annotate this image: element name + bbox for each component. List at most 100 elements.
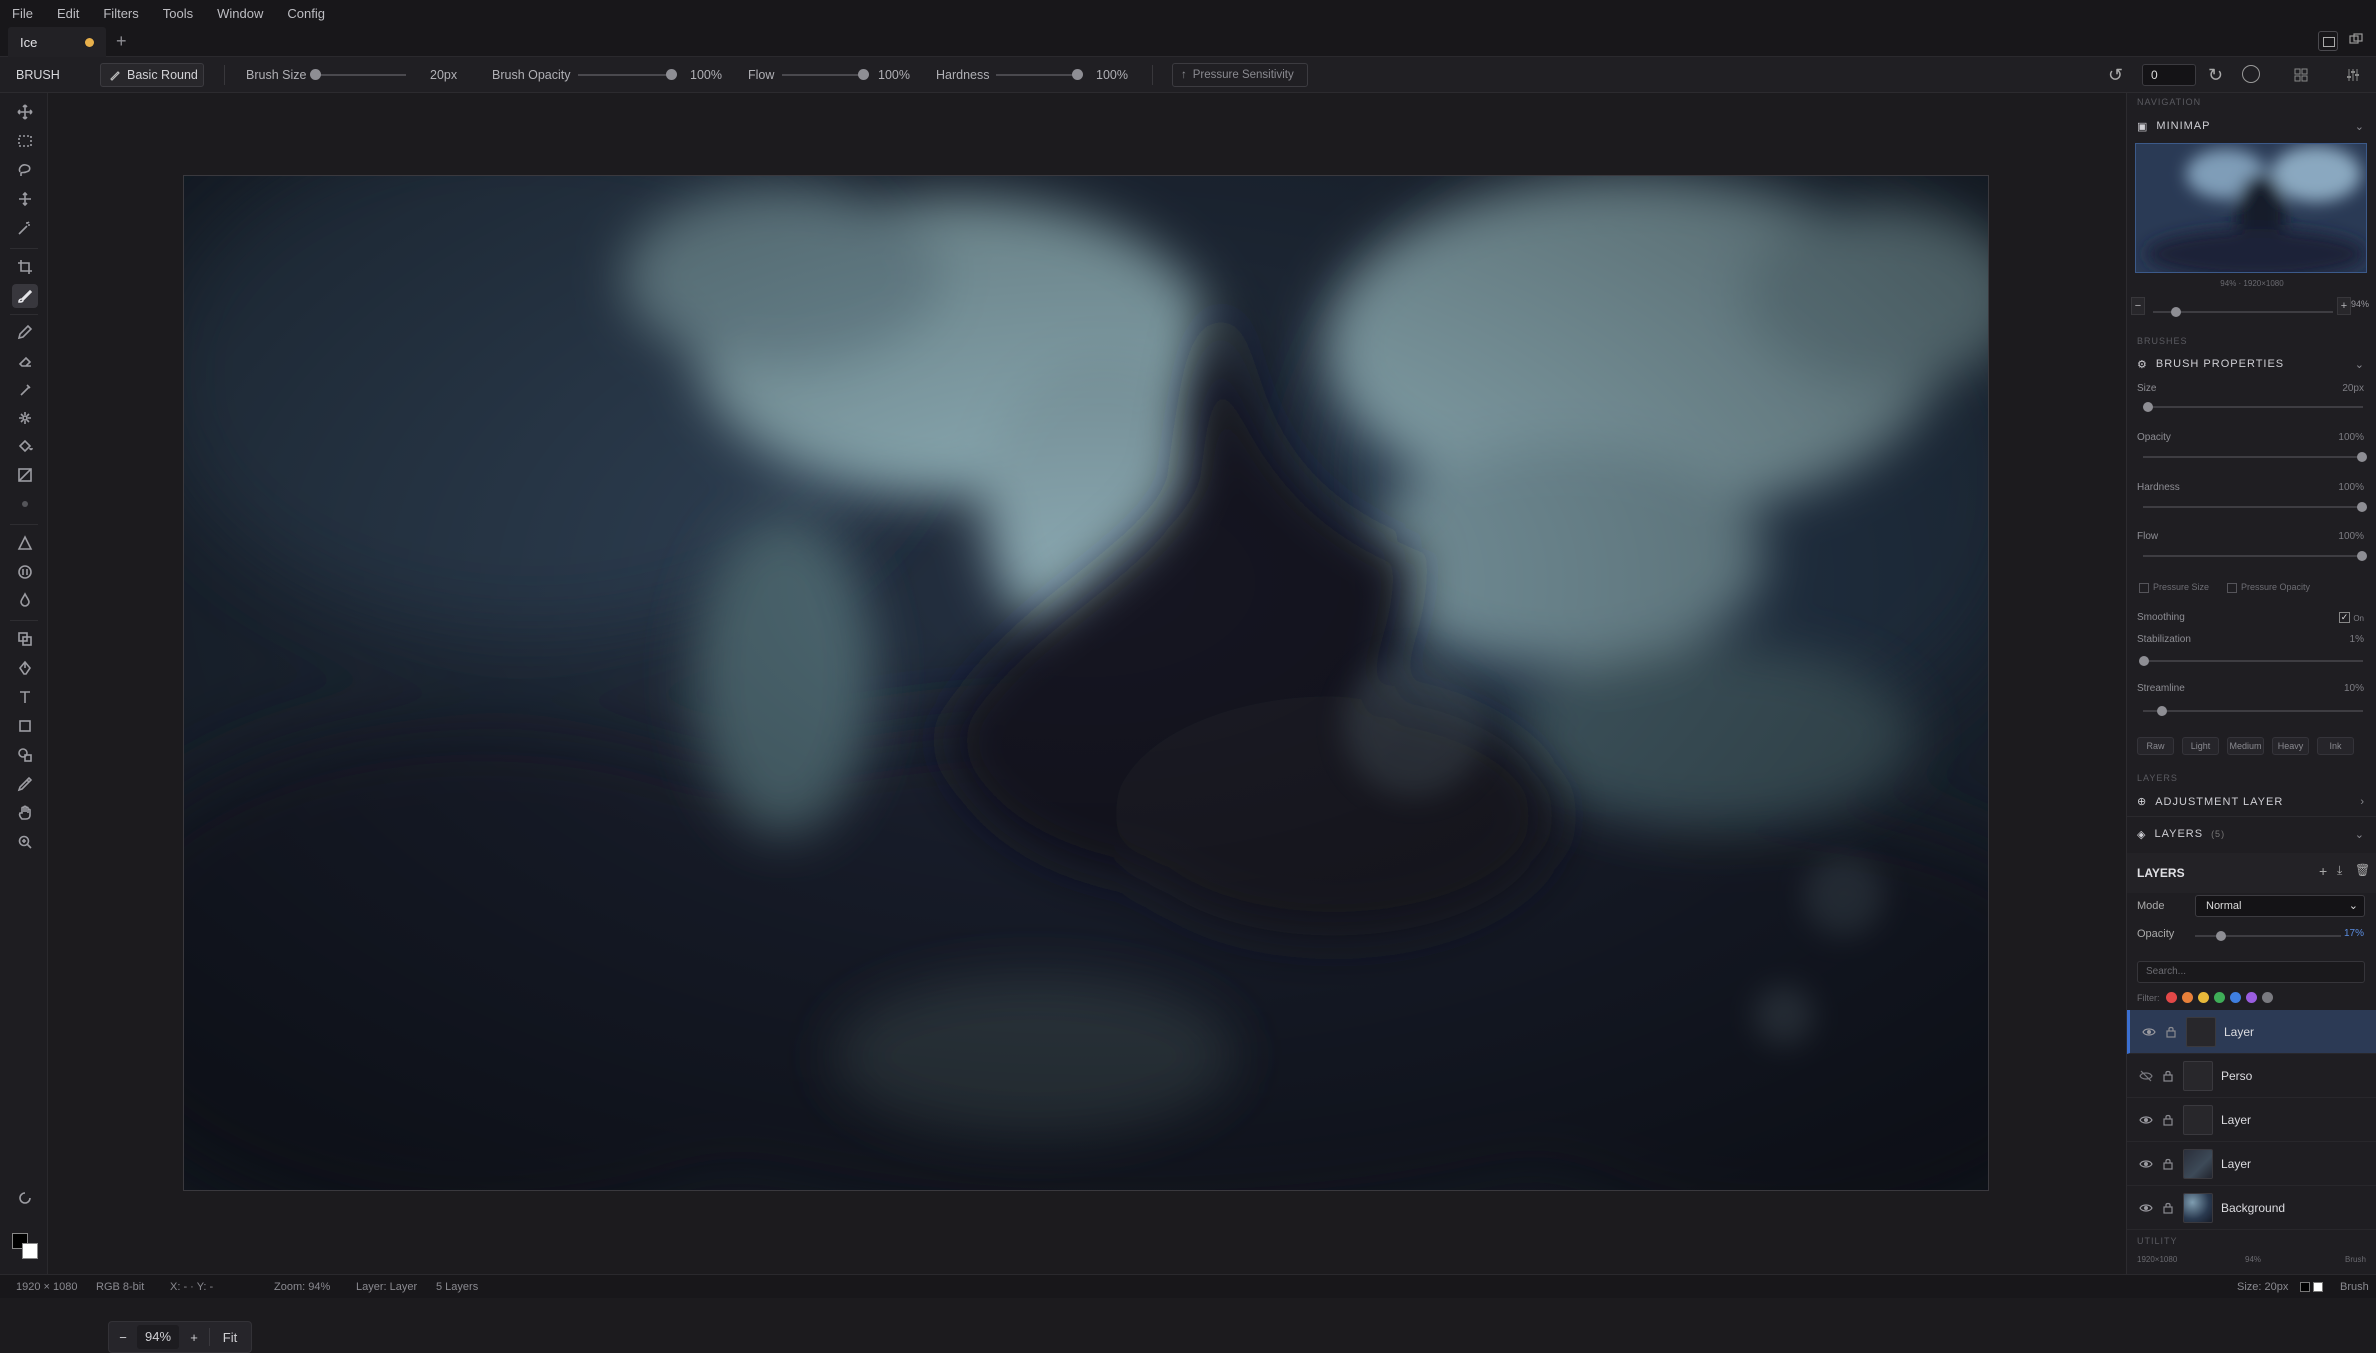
- lock-icon[interactable]: [2161, 1069, 2175, 1083]
- eye-off-icon[interactable]: [2139, 1069, 2153, 1083]
- paint-bucket-icon[interactable]: [12, 434, 38, 458]
- download-icon[interactable]: ⤓: [2337, 863, 2342, 878]
- minimap-preview[interactable]: [2135, 143, 2367, 273]
- add-layer-icon[interactable]: +: [2319, 863, 2327, 879]
- single-window-icon[interactable]: [2318, 31, 2338, 51]
- minimap-header[interactable]: ▣ MINIMAP ⌄: [2127, 111, 2376, 141]
- multi-window-icon[interactable]: [2346, 31, 2366, 51]
- pencil-icon[interactable]: [12, 320, 38, 344]
- drop-icon[interactable]: [12, 588, 38, 612]
- lock-icon[interactable]: [2161, 1113, 2175, 1127]
- layer-opacity-slider[interactable]: [2195, 931, 2341, 941]
- hardness-slider[interactable]: [2143, 502, 2367, 512]
- preset-ink-button[interactable]: Ink: [2317, 737, 2354, 755]
- gradient-icon[interactable]: [12, 463, 38, 487]
- hardness-slider[interactable]: [996, 69, 1083, 80]
- flow-slider[interactable]: [782, 69, 869, 80]
- zoom-value[interactable]: 94%: [137, 1325, 179, 1349]
- blur-dot-icon[interactable]: [12, 492, 38, 516]
- minimap-zoom-in-button[interactable]: +: [2337, 297, 2351, 315]
- clone-stamp-icon[interactable]: [12, 627, 38, 651]
- hand-tool-icon[interactable]: [12, 801, 38, 825]
- filter-red-dot[interactable]: [2165, 992, 2177, 1003]
- filter-gray-dot[interactable]: [2261, 992, 2273, 1003]
- brush-preset-button[interactable]: Basic Round: [100, 63, 204, 87]
- layer-search-input[interactable]: Search...: [2137, 961, 2365, 983]
- history-step-input[interactable]: 0: [2142, 64, 2196, 86]
- menu-file[interactable]: File: [12, 6, 33, 21]
- pressure-size-checkbox[interactable]: [2139, 583, 2149, 593]
- brush-opacity-slider[interactable]: [578, 69, 677, 80]
- lock-icon[interactable]: [2161, 1157, 2175, 1171]
- menu-tools[interactable]: Tools: [163, 6, 193, 21]
- filter-purple-dot[interactable]: [2245, 992, 2257, 1003]
- preset-light-button[interactable]: Light: [2182, 737, 2219, 755]
- brush-properties-header[interactable]: ⚙ BRUSH PROPERTIES ⌄: [2127, 349, 2376, 379]
- pressure-sensitivity-button[interactable]: ↑ Pressure Sensitivity: [1172, 63, 1308, 87]
- preset-medium-button[interactable]: Medium: [2227, 737, 2264, 755]
- menu-edit[interactable]: Edit: [57, 6, 79, 21]
- zoom-out-button[interactable]: −: [109, 1330, 137, 1345]
- image-canvas[interactable]: [183, 175, 1989, 1191]
- layer-row[interactable]: Layer: [2127, 1142, 2376, 1186]
- rotate-view-icon[interactable]: [12, 1186, 38, 1210]
- layer-row[interactable]: Layer: [2127, 1098, 2376, 1142]
- minimap-zoom-slider[interactable]: [2153, 307, 2333, 317]
- text-tool-icon[interactable]: [12, 685, 38, 709]
- minimap-zoom-out-button[interactable]: −: [2131, 297, 2145, 315]
- filter-blue-dot[interactable]: [2229, 992, 2241, 1003]
- lock-icon[interactable]: [2164, 1025, 2178, 1039]
- trash-icon[interactable]: 🗑: [2355, 863, 2370, 877]
- redo-icon[interactable]: ↻: [2208, 65, 2223, 86]
- preset-heavy-button[interactable]: Heavy: [2272, 737, 2309, 755]
- eye-icon[interactable]: [2139, 1201, 2153, 1215]
- filter-green-dot[interactable]: [2213, 992, 2225, 1003]
- sharpen-triangle-icon[interactable]: [12, 531, 38, 555]
- filter-orange-dot[interactable]: [2181, 992, 2193, 1003]
- streamline-slider[interactable]: [2143, 706, 2363, 716]
- marquee-select-icon[interactable]: [12, 129, 38, 153]
- layers-group-header[interactable]: ◈ LAYERS (5) ⌄: [2127, 819, 2376, 849]
- eye-icon[interactable]: [2139, 1157, 2153, 1171]
- crop-icon[interactable]: [12, 255, 38, 279]
- new-tab-button[interactable]: +: [116, 31, 127, 52]
- smudge-icon[interactable]: [12, 378, 38, 402]
- magic-wand-icon[interactable]: [12, 216, 38, 240]
- opacity-slider[interactable]: [2143, 452, 2367, 462]
- brush-tool-icon[interactable]: [12, 284, 38, 308]
- grid-icon[interactable]: [2294, 68, 2308, 85]
- history-icon[interactable]: [2242, 65, 2260, 83]
- stabilization-slider[interactable]: [2139, 656, 2363, 666]
- zoom-fit-button[interactable]: Fit: [210, 1330, 250, 1345]
- zoom-in-button[interactable]: +: [179, 1330, 209, 1345]
- transform-icon[interactable]: [12, 187, 38, 211]
- adjustment-layer-header[interactable]: ⊕ ADJUSTMENT LAYER ›: [2127, 787, 2376, 817]
- zoom-tool-icon[interactable]: [12, 830, 38, 854]
- eye-icon[interactable]: [2142, 1025, 2156, 1039]
- dodge-icon[interactable]: [12, 560, 38, 584]
- size-slider[interactable]: [2143, 402, 2363, 412]
- undo-icon[interactable]: ↺: [2108, 65, 2123, 86]
- menu-filters[interactable]: Filters: [103, 6, 138, 21]
- menu-config[interactable]: Config: [287, 6, 325, 21]
- filter-yellow-dot[interactable]: [2197, 992, 2209, 1003]
- document-tab[interactable]: Ice: [8, 27, 106, 57]
- layer-row[interactable]: Background: [2127, 1186, 2376, 1230]
- eraser-icon[interactable]: [12, 349, 38, 373]
- menu-window[interactable]: Window: [217, 6, 263, 21]
- sparkle-icon[interactable]: [12, 406, 38, 430]
- adjust-icon[interactable]: [2346, 68, 2360, 85]
- shapes-icon[interactable]: [12, 743, 38, 767]
- eyedropper-icon[interactable]: [12, 772, 38, 796]
- pressure-opacity-checkbox[interactable]: [2227, 583, 2237, 593]
- flow-slider[interactable]: [2143, 551, 2367, 561]
- pen-tool-icon[interactable]: [12, 656, 38, 680]
- rectangle-tool-icon[interactable]: [12, 714, 38, 738]
- layer-row[interactable]: Layer: [2127, 1010, 2376, 1054]
- layer-row[interactable]: Perso: [2127, 1054, 2376, 1098]
- lock-icon[interactable]: [2161, 1201, 2175, 1215]
- brush-size-slider[interactable]: [310, 69, 406, 80]
- background-color-swatch[interactable]: [22, 1243, 38, 1259]
- eye-icon[interactable]: [2139, 1113, 2153, 1127]
- lasso-icon[interactable]: [12, 158, 38, 182]
